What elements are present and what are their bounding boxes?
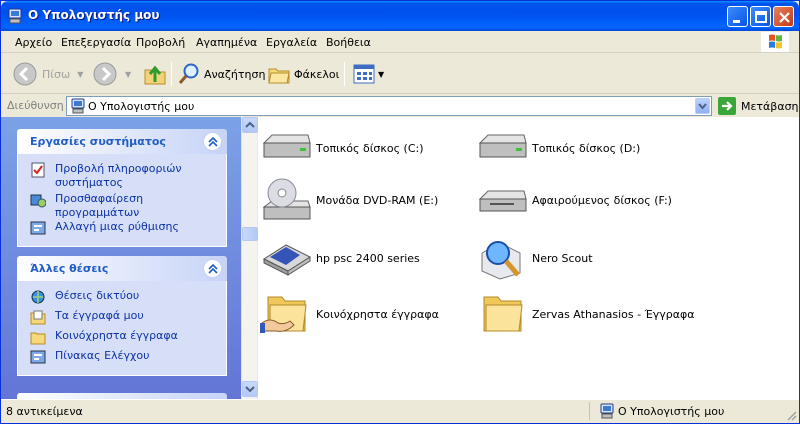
- up-folder-icon: [144, 65, 166, 85]
- status-location: Ο Υπολογιστής μου: [618, 405, 725, 418]
- menu-favorites[interactable]: Αγαπημένα: [196, 36, 257, 49]
- folder-icon: [483, 296, 523, 332]
- status-divider: [589, 402, 590, 420]
- collapse-chevron-icon[interactable]: [203, 259, 222, 278]
- status-bar: 8 αντικείμενα Ο Υπολογιστής μου: [1, 399, 799, 423]
- menu-help[interactable]: Βοήθεια: [326, 36, 371, 49]
- task-add-remove-programs[interactable]: Προσθαφαίρεση προγραμμάτων: [18, 192, 226, 220]
- content-area: Τοπικός δίσκος (C:) Τοπικός δίσκος (D:) …: [258, 117, 799, 399]
- system-tasks-body: Προβολή πληροφοριών συστήματος Προσθαφαί…: [17, 154, 227, 247]
- forward-button[interactable]: ▼: [93, 61, 131, 87]
- place-my-documents[interactable]: Τα έγγραφά μου: [18, 309, 226, 329]
- other-places-body: Θέσεις δικτύου Τα έγγραφά μου Κοινόχρηστ…: [17, 281, 227, 376]
- drive-d-item[interactable]: Τοπικός δίσκος (D:): [476, 125, 640, 171]
- folders-label: Φάκελοι: [294, 67, 340, 81]
- system-tasks-header[interactable]: Εργασίες συστήματος: [17, 129, 227, 154]
- views-dropdown-icon[interactable]: ▼: [378, 70, 384, 79]
- toolbar: Πίσω ▼ ▼ Αναζήτηση Φάκελοι ▼: [1, 54, 799, 94]
- close-button[interactable]: [773, 6, 794, 27]
- shared-folder-icon: [260, 296, 307, 333]
- system-info-icon: [31, 162, 45, 178]
- explorer-window: Ο Υπολογιστής μου Αρχείο Επεξεργασία Προ…: [0, 0, 800, 424]
- task-view-system-info[interactable]: Προβολή πληροφοριών συστήματος: [18, 162, 226, 192]
- other-places-title: Άλλες θέσεις: [30, 262, 109, 275]
- control-panel-icon: [30, 221, 46, 235]
- drive-c-item[interactable]: Τοπικός δίσκος (C:): [260, 125, 424, 171]
- place-shared-documents[interactable]: Κοινόχρηστα έγγραφα: [18, 329, 226, 349]
- folders-button[interactable]: Φάκελοι: [267, 61, 339, 87]
- back-arrow-icon: [13, 62, 37, 86]
- network-places-icon: [31, 290, 45, 304]
- up-folder-button[interactable]: [143, 61, 167, 87]
- search-button[interactable]: Αναζήτηση: [177, 61, 265, 87]
- address-field[interactable]: Ο Υπολογιστής μου: [66, 96, 712, 116]
- menu-view[interactable]: Προβολή: [136, 36, 185, 49]
- views-button[interactable]: ▼: [352, 61, 384, 87]
- task-pane-scrollbar[interactable]: [241, 117, 258, 399]
- scanner-icon: [262, 244, 312, 276]
- windows-logo-icon: [761, 32, 789, 52]
- drive-f-removable-item[interactable]: Αφαιρούμενος δίσκος (F:): [476, 177, 672, 223]
- toolbar-separator: [344, 62, 345, 86]
- address-value: Ο Υπολογιστής μου: [88, 100, 195, 113]
- shared-documents-item[interactable]: Κοινόχρηστα έγγραφα: [260, 291, 439, 337]
- system-tasks-title: Εργασίες συστήματος: [30, 135, 166, 148]
- nero-scout-item[interactable]: Nero Scout: [476, 235, 593, 281]
- forward-arrow-icon: [93, 62, 117, 86]
- folders-icon: [268, 68, 290, 84]
- my-computer-icon: [71, 98, 85, 114]
- go-arrow-icon: [718, 97, 736, 115]
- title-bar[interactable]: Ο Υπολογιστής μου: [1, 1, 799, 31]
- window-title: Ο Υπολογιστής μου: [28, 8, 160, 22]
- control-panel-icon: [30, 350, 46, 364]
- drive-e-dvd-item[interactable]: Μονάδα DVD-RAM (E:): [260, 177, 438, 223]
- status-item-count: 8 αντικείμενα: [6, 405, 83, 418]
- dvd-drive-icon: [262, 178, 311, 220]
- views-icon: [353, 64, 375, 84]
- minimize-button[interactable]: [727, 6, 748, 27]
- hard-drive-icon: [478, 134, 527, 158]
- search-icon: [178, 63, 199, 84]
- hard-drive-icon: [262, 134, 311, 158]
- user-documents-item[interactable]: Zervas Athanasios - Έγγραφα: [476, 291, 695, 337]
- menu-bar: Αρχείο Επεξεργασία Προβολή Αγαπημένα Εργ…: [1, 31, 799, 53]
- nero-scout-icon: [481, 241, 521, 280]
- menu-edit[interactable]: Επεξεργασία: [61, 36, 131, 49]
- toolbar-separator: [171, 62, 172, 86]
- resize-grip-icon[interactable]: [785, 409, 797, 421]
- forward-dropdown-icon[interactable]: ▼: [125, 70, 131, 79]
- my-computer-icon: [600, 403, 614, 419]
- go-button[interactable]: Μετάβαση: [718, 97, 799, 115]
- back-button[interactable]: Πίσω ▼: [13, 61, 83, 87]
- menu-file[interactable]: Αρχείο: [15, 36, 52, 49]
- shared-documents-icon: [30, 332, 46, 345]
- other-places-panel: Άλλες θέσεις Θέσεις δικτύου Τα έγγραφά μ…: [17, 256, 227, 376]
- place-network-places[interactable]: Θέσεις δικτύου: [18, 289, 226, 309]
- go-label: Μετάβαση: [741, 99, 799, 113]
- address-dropdown-button[interactable]: [695, 98, 710, 114]
- my-documents-icon: [30, 310, 46, 325]
- menu-tools[interactable]: Εργαλεία: [266, 36, 317, 49]
- maximize-button[interactable]: [750, 6, 771, 27]
- scroll-up-button[interactable]: [242, 117, 258, 133]
- system-tasks-panel: Εργασίες συστήματος Προβολή πληροφοριών …: [17, 129, 227, 247]
- scroll-down-button[interactable]: [242, 381, 258, 397]
- other-places-header[interactable]: Άλλες θέσεις: [17, 256, 227, 281]
- back-dropdown-icon[interactable]: ▼: [77, 70, 83, 79]
- address-bar: Διεύθυνση Ο Υπολογιστής μου Μετάβαση: [1, 95, 799, 117]
- collapse-chevron-icon[interactable]: [203, 132, 222, 151]
- back-label: Πίσω: [42, 67, 71, 81]
- my-computer-icon: [8, 8, 22, 24]
- scroll-thumb[interactable]: [242, 227, 258, 241]
- add-remove-programs-icon: [30, 194, 46, 208]
- removable-disk-icon: [478, 190, 527, 212]
- address-label: Διεύθυνση: [7, 99, 64, 112]
- task-change-setting[interactable]: Αλλαγή μιας ρύθμισης: [18, 220, 226, 240]
- scanner-item[interactable]: hp psc 2400 series: [260, 235, 420, 281]
- task-pane: Εργασίες συστήματος Προβολή πληροφοριών …: [1, 117, 241, 399]
- search-label: Αναζήτηση: [204, 67, 266, 81]
- place-control-panel[interactable]: Πίνακας Ελέγχου: [18, 349, 226, 369]
